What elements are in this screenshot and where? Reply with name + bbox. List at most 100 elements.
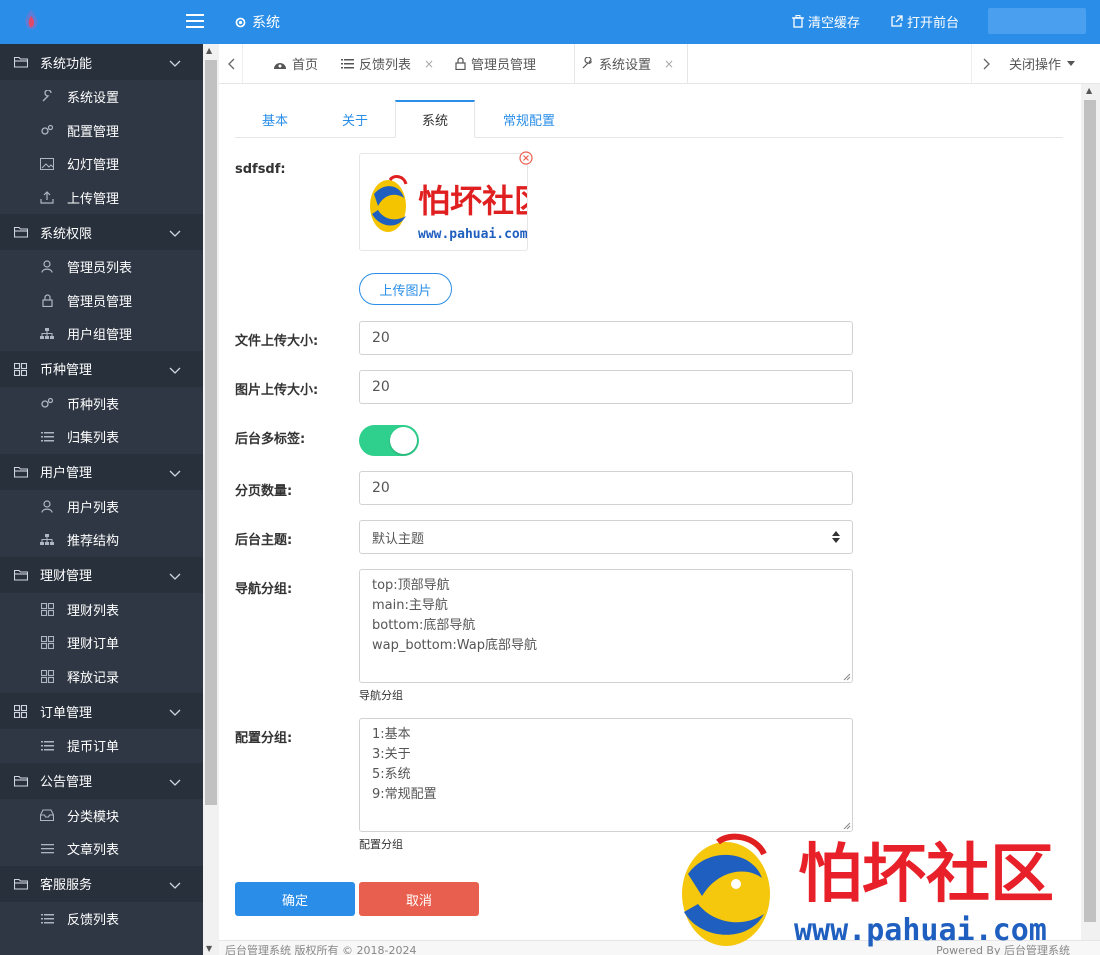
tab-home[interactable]: 首页 (267, 44, 324, 83)
content-scrollbar-thumb[interactable] (1084, 100, 1096, 922)
tab-scroll-left-button[interactable] (219, 44, 243, 83)
sidebar-item[interactable]: 归集列表 (0, 420, 203, 454)
remove-image-icon[interactable] (519, 151, 533, 165)
toggle-knob (390, 427, 417, 454)
sidebar-item-label: 幻灯管理 (67, 158, 120, 174)
nav-group-textarea[interactable]: top:顶部导航 main:主导航 bottom:底部导航 wap_bottom… (359, 569, 853, 683)
confirm-button[interactable]: 确定 (235, 882, 355, 916)
resize-grip-icon[interactable] (842, 672, 851, 681)
watermark-title: 怕坏社区 (798, 838, 1054, 912)
nav-group-label: 导航分组: (235, 582, 293, 597)
sidebar-item[interactable]: 理财列表 (0, 593, 203, 627)
sidebar-group[interactable]: 订单管理 (0, 693, 203, 729)
sidebar-item[interactable]: 提币订单 (0, 729, 203, 763)
tab-close-icon[interactable]: × (424, 57, 434, 71)
page-count-input[interactable]: 20 (359, 471, 853, 505)
sidebar-item[interactable]: 系统设置 (0, 80, 203, 114)
image-size-input[interactable]: 20 (359, 370, 853, 404)
sidebar-item[interactable]: 推荐结构 (0, 523, 203, 557)
clear-cache-label: 清空缓存 (808, 16, 861, 31)
textarea-line: 1:基本 (372, 727, 411, 742)
sidebar-group[interactable]: 系统功能 (0, 44, 203, 80)
chevron-down-icon (169, 879, 181, 889)
list-icon (40, 739, 54, 753)
sidebar-group-label: 系统权限 (40, 226, 93, 242)
scroll-down-arrow-icon[interactable]: ▼ (206, 944, 212, 953)
sidebar-group[interactable]: 系统权限 (0, 214, 203, 250)
cancel-button[interactable]: 取消 (359, 882, 479, 916)
close-operations-dropdown[interactable]: 关闭操作 (1009, 44, 1076, 83)
sidebar-group[interactable]: 理财管理 (0, 556, 203, 593)
image-field-label: sdfsdf: (235, 162, 286, 177)
sidebar-group-label: 订单管理 (40, 705, 93, 721)
lock-icon (455, 57, 466, 70)
folder-open-icon (13, 775, 29, 787)
logo-icon (25, 10, 38, 30)
logo-area (0, 0, 218, 44)
tab-feedback-list[interactable]: 反馈列表 × (335, 44, 440, 83)
sidebar-item[interactable]: 释放记录 (0, 660, 203, 694)
resize-grip-icon[interactable] (842, 821, 851, 830)
sidebar-group-label: 系统功能 (40, 56, 93, 72)
sidebar-item-label: 分类模块 (67, 809, 120, 825)
scroll-up-arrow-icon[interactable]: ▲ (206, 46, 212, 55)
tab-label: 首页 (292, 58, 319, 73)
grid-icon (40, 669, 54, 683)
subtab-general-config[interactable]: 常规配置 (475, 100, 583, 138)
sidebar-item[interactable]: 反馈列表 (0, 902, 203, 936)
sidebar-item[interactable]: 幻灯管理 (0, 147, 203, 181)
folder-open-icon (13, 466, 29, 478)
subtab-about[interactable]: 关于 (315, 100, 395, 138)
subtab-system[interactable]: 系统 (395, 100, 475, 138)
inbox-icon (40, 808, 54, 822)
sidebar-item[interactable]: 文章列表 (0, 832, 203, 866)
clear-cache-button[interactable]: 清空缓存 (792, 12, 860, 31)
upload-image-button[interactable]: 上传图片 (359, 273, 452, 305)
tab-system-settings[interactable]: 系统设置 × (574, 44, 688, 83)
sidebar-group[interactable]: 用户管理 (0, 453, 203, 490)
user-menu[interactable] (988, 8, 1086, 34)
open-front-button[interactable]: 打开前台 (890, 12, 959, 31)
sidebar-item[interactable]: 用户组管理 (0, 317, 203, 351)
sidebar-item-label: 上传管理 (67, 191, 120, 207)
theme-label: 后台主题: (235, 533, 293, 548)
sidebar-item[interactable]: 分类模块 (0, 799, 203, 833)
file-size-input[interactable]: 20 (359, 321, 853, 355)
sidebar-item-label: 理财订单 (67, 637, 120, 653)
sidebar-item[interactable]: 管理员管理 (0, 284, 203, 318)
sidebar-group[interactable]: 客服服务 (0, 865, 203, 902)
sidebar-item[interactable]: 币种列表 (0, 387, 203, 421)
sidebar-group-label: 客服服务 (40, 878, 93, 893)
image-icon (40, 157, 54, 171)
multitab-toggle[interactable] (359, 425, 419, 456)
tab-scroll-right-button[interactable] (971, 44, 1001, 83)
user-icon (40, 499, 54, 513)
logo-url: www.pahuai.com (418, 227, 527, 242)
grid-icon (40, 602, 54, 616)
menu-toggle-icon[interactable] (186, 14, 204, 28)
external-link-icon (891, 15, 903, 27)
folder-open-icon (13, 569, 29, 581)
sidebar-group[interactable]: 币种管理 (0, 350, 203, 387)
user-icon (40, 260, 54, 274)
theme-select[interactable]: 默认主题 (359, 520, 853, 554)
sidebar-item[interactable]: 用户列表 (0, 490, 203, 524)
textarea-line: 3:关于 (372, 747, 411, 762)
sidebar-item[interactable]: 上传管理 (0, 181, 203, 215)
multitab-label: 后台多标签: (235, 432, 306, 447)
image-preview: 怕坏社区 www.pahuai.com (359, 153, 546, 251)
grid-icon (13, 362, 28, 376)
subtab-basic[interactable]: 基本 (235, 100, 315, 138)
sidebar-item[interactable]: 管理员列表 (0, 250, 203, 284)
sidebar-scrollbar-thumb[interactable] (205, 60, 217, 805)
sidebar-item[interactable]: 配置管理 (0, 114, 203, 148)
sidebar-item[interactable]: 理财订单 (0, 626, 203, 660)
sidebar-group[interactable]: 公告管理 (0, 762, 203, 799)
tab-admin-manage[interactable]: 管理员管理 (449, 44, 542, 83)
config-group-label: 配置分组: (235, 731, 293, 746)
scroll-up-arrow-icon[interactable]: ▲ (1086, 86, 1092, 95)
config-tabs: 基本 关于 系统 常规配置 (235, 100, 1063, 138)
page-count-label: 分页数量: (235, 484, 293, 499)
tab-close-icon[interactable]: × (664, 57, 674, 71)
config-group-textarea[interactable]: 1:基本 3:关于 5:系统 9:常规配置 (359, 718, 853, 832)
